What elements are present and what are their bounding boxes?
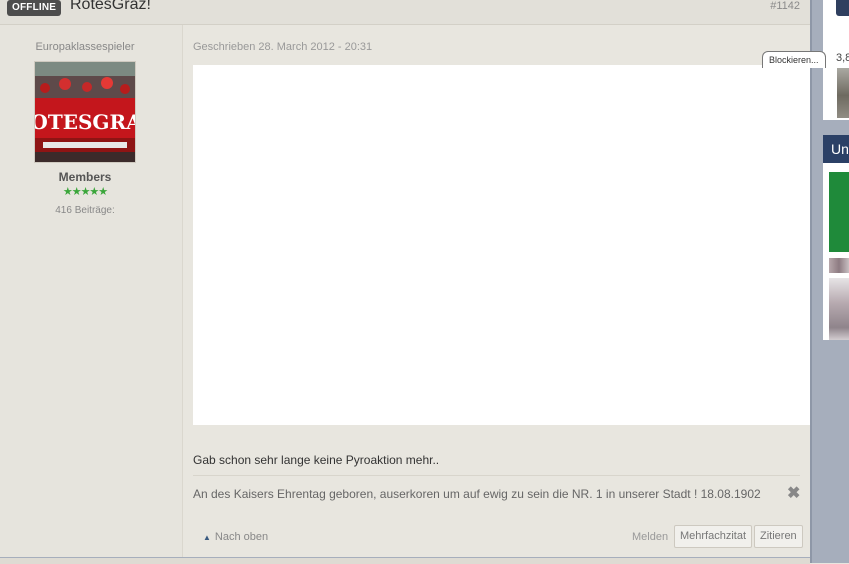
post-date: Geschrieben 28. March 2012 - 20:31 xyxy=(193,41,373,53)
sidebar-thumbnail[interactable] xyxy=(829,278,849,340)
close-icon[interactable]: ✖ xyxy=(787,483,800,503)
sidebar-widget-chip xyxy=(836,0,849,16)
post-number-link[interactable]: #1142 xyxy=(770,0,800,12)
arrow-up-icon: ▲ xyxy=(203,533,211,542)
author-title: Europaklassespieler xyxy=(35,41,135,53)
signature-divider xyxy=(193,475,800,476)
sidebar-banner[interactable] xyxy=(829,172,849,252)
embedded-video-frame[interactable] xyxy=(193,65,833,425)
block-tab[interactable]: Blockieren... xyxy=(762,51,826,68)
avatar-banner-text: ROTESGRAZ xyxy=(35,110,135,134)
avatar-image: ROTESGRAZ xyxy=(35,62,135,162)
status-badge: OFFLINE xyxy=(7,0,62,16)
sidebar-section-header: Un xyxy=(823,135,849,163)
sidebar-thumbnail[interactable] xyxy=(829,258,849,273)
multiquote-button[interactable]: Mehrfachzitat xyxy=(674,525,753,548)
post-text: Gab schon sehr lange keine Pyroaktion me… xyxy=(193,453,440,467)
sidebar-count: 3,8 xyxy=(836,52,849,64)
right-sidebar: 3,8 Un xyxy=(810,0,849,563)
scroll-top-label: Nach oben xyxy=(214,531,269,543)
forum-post: OFFLINE RotesGraz! #1142 Europaklassespi… xyxy=(0,0,833,557)
signature: An des Kaisers Ehrentag geboren, auserko… xyxy=(193,487,761,501)
member-group: Members xyxy=(58,170,112,184)
rating-stars: ★★★★★ xyxy=(62,186,108,198)
quote-button[interactable]: Zitieren xyxy=(754,525,803,548)
sidebar-border xyxy=(810,0,812,563)
avatar[interactable]: ROTESGRAZ xyxy=(34,61,136,163)
post-count: 416 Beiträge: xyxy=(55,205,115,216)
post-header: OFFLINE RotesGraz! #1142 xyxy=(0,0,810,25)
author-panel: Europaklassespieler ROTESGRAZ Members ★★… xyxy=(0,25,183,557)
scroll-top-link[interactable]: ▲ Nach oben xyxy=(203,531,268,543)
report-link[interactable]: Melden xyxy=(632,531,668,543)
sidebar-thumbnail[interactable] xyxy=(837,68,849,118)
post-body: Geschrieben 28. March 2012 - 20:31 Gab s… xyxy=(183,25,833,557)
author-name-link[interactable]: RotesGraz! xyxy=(70,0,151,14)
